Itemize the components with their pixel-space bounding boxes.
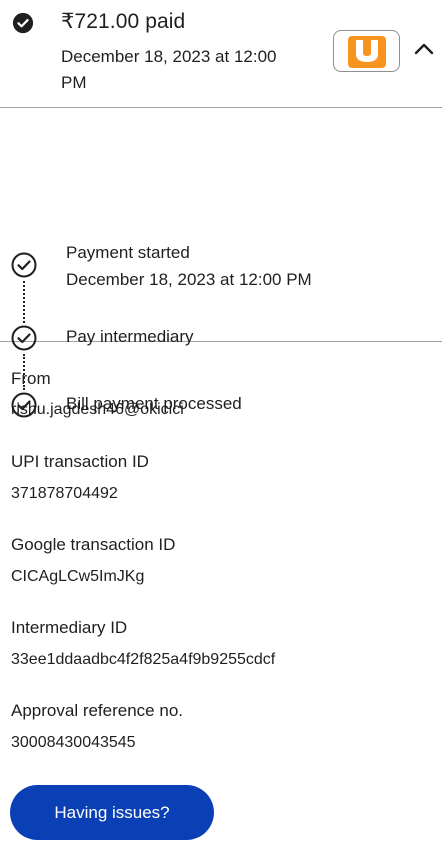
check-circle-outline-icon <box>11 325 37 351</box>
intermediary-id-label: Intermediary ID <box>11 618 128 637</box>
google-transaction-id-label: Google transaction ID <box>11 535 176 554</box>
approval-reference-value: 30008430043545 <box>11 734 136 751</box>
from-label: From <box>11 369 51 388</box>
intermediary-id-value: 33ee1ddaadbc4f2f825a4f9b9255cdcf <box>11 651 276 668</box>
having-issues-button[interactable]: Having issues? <box>10 785 214 840</box>
approval-reference-label: Approval reference no. <box>11 701 183 720</box>
timeline-connector <box>23 281 25 323</box>
timeline-step-subtitle: December 18, 2023 at 12:00 PM <box>66 270 312 289</box>
payment-amount: ₹721.00 paid <box>61 10 186 33</box>
payment-summary-header[interactable]: ₹721.00 paid December 18, 2023 at 12:00 … <box>0 0 442 108</box>
timeline-step-title: Payment started <box>66 243 190 262</box>
timeline-step-title: Pay intermediary <box>66 327 194 346</box>
upi-transaction-id-value: 371878704492 <box>11 485 118 502</box>
chevron-up-icon[interactable] <box>409 34 439 64</box>
upi-transaction-id-label: UPI transaction ID <box>11 452 149 471</box>
payment-timeline: Payment started December 18, 2023 at 12:… <box>0 108 442 418</box>
google-transaction-id-value: CICAgLCw5ImJKg <box>11 568 145 585</box>
check-circle-outline-icon <box>11 252 37 278</box>
bank-logo-icon <box>333 30 400 72</box>
payment-datetime: December 18, 2023 at 12:00 PM <box>61 47 277 92</box>
from-value: rishu.jagdesh46@okicici <box>11 401 184 418</box>
check-circle-filled-icon <box>12 12 34 34</box>
